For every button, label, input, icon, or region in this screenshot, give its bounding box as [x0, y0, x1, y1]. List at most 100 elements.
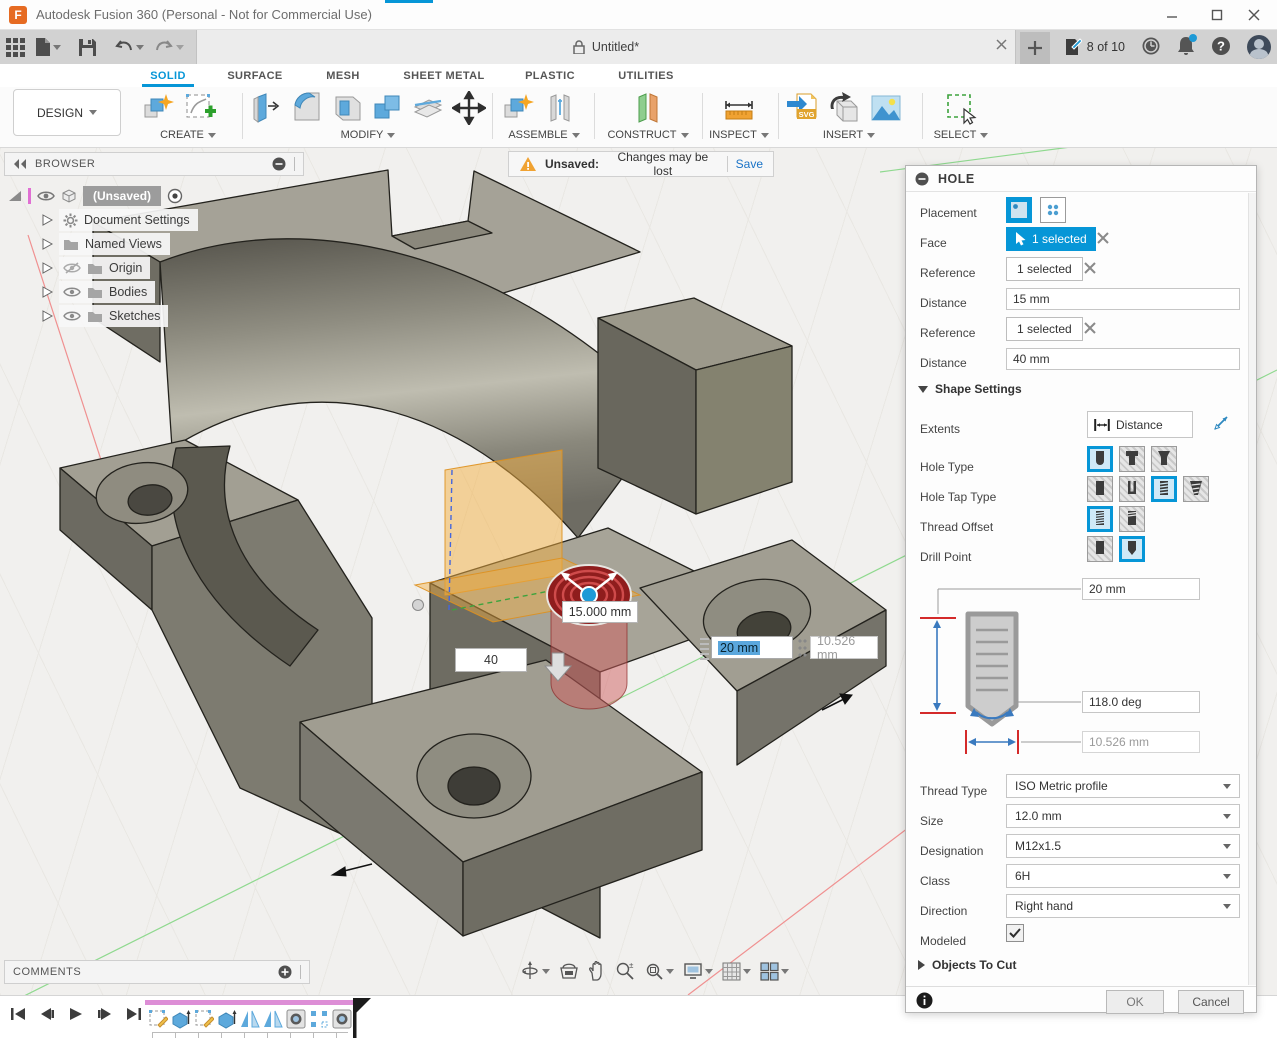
tap-type-clearance-button[interactable]	[1119, 476, 1145, 502]
tab-sheet-metal[interactable]: SHEET METAL	[398, 64, 490, 87]
insert-mesh-button[interactable]	[826, 90, 862, 126]
objects-to-cut-section[interactable]: Objects To Cut	[918, 958, 1016, 972]
browser-item-document-settings[interactable]: Document Settings	[8, 208, 304, 232]
dialog-handle-icon[interactable]	[915, 172, 929, 186]
reference2-select-button[interactable]: 1 selected	[1006, 317, 1083, 341]
zoom-button[interactable]: ±	[615, 961, 635, 981]
insert-group[interactable]: INSERT	[784, 127, 914, 143]
expand-icon[interactable]	[42, 238, 53, 250]
thread-type-select[interactable]: ISO Metric profile	[1006, 774, 1240, 798]
help-button[interactable]: ?	[1211, 36, 1231, 59]
thread-offset-full-button[interactable]	[1087, 506, 1113, 532]
info-icon[interactable]	[916, 992, 933, 1012]
browser-item-bodies[interactable]: Bodies	[8, 280, 304, 304]
browser-item-sketches[interactable]: Sketches	[8, 304, 304, 328]
root-expand-icon[interactable]	[8, 190, 22, 202]
flip-direction-button[interactable]	[1212, 414, 1230, 435]
shell-button[interactable]	[331, 90, 365, 126]
hole-diameter-input[interactable]: 10.526 mm	[1082, 731, 1200, 753]
measure-button[interactable]	[721, 90, 757, 126]
timeline-mirror-1[interactable]	[239, 1008, 260, 1029]
fillet-button[interactable]	[290, 90, 324, 126]
cancel-button[interactable]: Cancel	[1178, 990, 1244, 1014]
browser-header[interactable]: BROWSER	[4, 152, 304, 176]
viewports-button[interactable]	[760, 962, 789, 981]
browser-scroll-handle[interactable]	[294, 157, 295, 171]
new-document-tab-button[interactable]	[1020, 32, 1050, 64]
ok-button[interactable]: OK	[1106, 990, 1164, 1014]
step-forward-button[interactable]	[95, 1003, 115, 1025]
visibility-eye-icon[interactable]	[37, 190, 55, 202]
hole-depth-input[interactable]: 20 mm	[1082, 578, 1200, 600]
workspace-selector[interactable]: DESIGN	[13, 89, 121, 136]
create-solid-button[interactable]	[140, 90, 176, 126]
step-back-button[interactable]	[37, 1003, 57, 1025]
go-to-start-button[interactable]	[8, 1003, 28, 1025]
drill-angle-input[interactable]: 118.0 deg	[1082, 691, 1200, 713]
expand-icon[interactable]	[42, 310, 53, 322]
browser-item-named-views[interactable]: Named Views	[8, 232, 304, 256]
maximize-button[interactable]	[1202, 4, 1232, 26]
document-tab-close-icon[interactable]	[996, 39, 1007, 53]
reference1-select-button[interactable]: 1 selected	[1006, 257, 1083, 281]
thread-offset-partial-button[interactable]	[1119, 506, 1145, 532]
data-panel-button[interactable]	[6, 38, 25, 57]
go-to-end-button[interactable]	[124, 1003, 144, 1025]
timeline-hole-1[interactable]	[285, 1008, 306, 1029]
reference2-clear-button[interactable]	[1084, 322, 1096, 334]
expand-icon[interactable]	[42, 286, 53, 298]
hole-type-countersink-button[interactable]	[1151, 446, 1177, 472]
visibility-eye-icon[interactable]	[63, 310, 81, 323]
undo-button[interactable]	[114, 39, 144, 55]
look-at-button[interactable]	[559, 962, 579, 980]
width-dimension-input[interactable]: 40	[455, 648, 527, 672]
hole-type-simple-button[interactable]	[1087, 446, 1113, 472]
orbit-button[interactable]	[520, 961, 550, 981]
construct-group[interactable]: CONSTRUCT	[602, 127, 694, 143]
tab-surface[interactable]: SURFACE	[220, 64, 290, 87]
timeline-sketch-2[interactable]	[193, 1008, 214, 1029]
designation-select[interactable]: M12x1.5	[1006, 834, 1240, 858]
redo-button[interactable]	[154, 39, 184, 55]
timeline-mirror-2[interactable]	[262, 1008, 283, 1029]
document-tab[interactable]: Untitled*	[196, 30, 1016, 64]
placement-multiple-button[interactable]	[1040, 197, 1066, 223]
profile-avatar[interactable]	[1247, 35, 1271, 59]
distance2-input[interactable]: 40 mm	[1006, 348, 1240, 370]
create-sketch-button[interactable]	[182, 90, 218, 126]
dimension-toolbar-handle[interactable]	[797, 636, 807, 660]
extents-select[interactable]: Distance	[1087, 411, 1193, 438]
minimize-button[interactable]	[1157, 4, 1187, 26]
editable-documents-badge[interactable]: 8 of 10	[1064, 38, 1125, 56]
new-component-button[interactable]	[500, 90, 536, 126]
modify-group[interactable]: MODIFY	[250, 127, 486, 143]
face-clear-button[interactable]	[1097, 232, 1109, 244]
fit-button[interactable]	[644, 961, 674, 981]
move-copy-button[interactable]	[452, 90, 486, 126]
pan-button[interactable]	[588, 961, 606, 981]
timeline-sketch-1[interactable]	[147, 1008, 168, 1029]
timeline-extrude-1[interactable]	[170, 1008, 191, 1029]
select-group[interactable]: SELECT	[926, 127, 996, 143]
comments-bar[interactable]: COMMENTS	[4, 960, 310, 984]
split-body-button[interactable]	[411, 90, 445, 126]
joint-button[interactable]	[542, 90, 578, 126]
comments-scroll-handle[interactable]	[300, 965, 301, 979]
expand-icon[interactable]	[42, 262, 53, 274]
tap-type-taper-tapped-button[interactable]	[1183, 476, 1209, 502]
placement-single-button[interactable]	[1006, 197, 1032, 223]
drill-point-angle-button[interactable]	[1119, 536, 1145, 562]
save-button[interactable]	[79, 39, 96, 56]
construct-plane-button[interactable]	[630, 90, 666, 126]
hole-type-counterbore-button[interactable]	[1119, 446, 1145, 472]
play-button[interactable]	[66, 1003, 86, 1025]
tab-mesh[interactable]: MESH	[315, 64, 371, 87]
close-button[interactable]	[1239, 4, 1269, 26]
tab-utilities[interactable]: UTILITIES	[610, 64, 682, 87]
shape-settings-section[interactable]: Shape Settings	[918, 382, 1022, 396]
reference1-clear-button[interactable]	[1084, 262, 1096, 274]
visibility-eye-icon[interactable]	[63, 286, 81, 299]
drill-point-flat-button[interactable]	[1087, 536, 1113, 562]
combine-button[interactable]	[371, 90, 405, 126]
diameter-input-disabled[interactable]: 10.526 mm	[810, 636, 878, 659]
